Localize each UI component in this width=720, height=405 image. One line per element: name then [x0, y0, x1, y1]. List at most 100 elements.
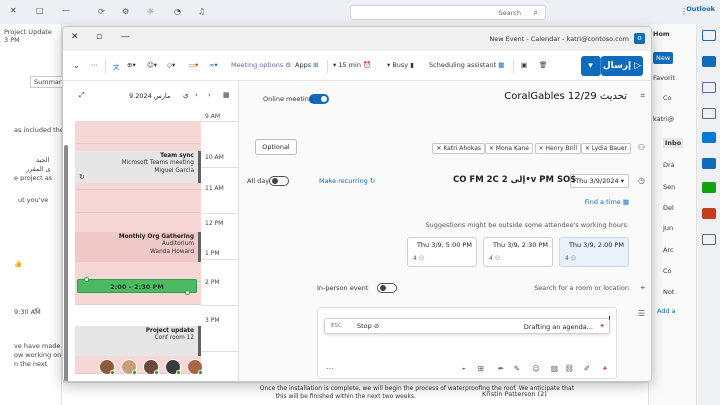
minimize-icon[interactable]: —: [62, 6, 70, 15]
avatar[interactable]: [187, 359, 203, 375]
table-icon[interactable]: ⊞: [478, 364, 484, 373]
resize-handle[interactable]: [185, 290, 190, 295]
make-recurring-link[interactable]: Make recurring ↻: [319, 177, 375, 185]
more-icon[interactable]: ⋯: [91, 61, 98, 69]
date-picker[interactable]: Thu 3/9/2024 ▾: [570, 174, 629, 188]
pen-icon[interactable]: ✒: [498, 364, 504, 373]
share-icon[interactable]: ⟳: [98, 7, 105, 16]
folder-notes[interactable]: Not: [663, 288, 674, 296]
maximize-icon[interactable]: □: [36, 6, 44, 15]
megaphone-icon[interactable]: ◔: [174, 7, 181, 16]
calendar-icon[interactable]: [702, 56, 716, 67]
avatar[interactable]: [99, 359, 115, 375]
scheduling-assistant-button[interactable]: Scheduling assistant ▦: [429, 61, 504, 69]
event-title-input[interactable]: CoralGables 12/29 تحديث: [504, 91, 627, 102]
translate-icon[interactable]: 文: [113, 61, 120, 71]
search-box[interactable]: Search ⌕: [350, 5, 546, 20]
event-body[interactable]: ✦ Drafting an agenda... Stop ⊘ ESC ✦ ✐ ⛓…: [317, 307, 617, 379]
tag-icon[interactable]: ◇▾: [167, 61, 175, 69]
avatar[interactable]: [165, 359, 181, 375]
delete-icon[interactable]: 🗑: [539, 61, 547, 69]
find-time-link[interactable]: Find a time ▦: [585, 198, 629, 206]
lightbulb-icon[interactable]: ☼: [147, 7, 154, 16]
reminder-dropdown[interactable]: ▾ 15 min ⏰: [333, 61, 371, 69]
emoji-icon[interactable]: ☺: [532, 364, 540, 373]
time-slot[interactable]: [75, 190, 201, 213]
send-button[interactable]: إرسال ▷: [601, 56, 643, 76]
signature-icon[interactable]: ✎: [514, 364, 520, 373]
thumbs-up-icon[interactable]: 👍: [14, 260, 22, 268]
folder-drafts[interactable]: Dra: [663, 161, 675, 169]
in-person-toggle[interactable]: [377, 283, 397, 293]
folder-account[interactable]: katri@: [653, 115, 674, 123]
attendee-chip[interactable]: ✕ Katri Ahokas: [432, 143, 485, 154]
selected-time-block[interactable]: 2:00 – 2:30 PM: [77, 277, 197, 295]
attach-icon[interactable]: [702, 108, 716, 119]
stop-button[interactable]: Stop ⊘: [357, 322, 379, 330]
suggestion-card[interactable]: Thu 3/9, 2:00 PM 4 ⚇: [559, 237, 629, 267]
avatar[interactable]: [143, 359, 159, 375]
time-slot[interactable]: [75, 121, 201, 144]
close-icon[interactable]: ✕: [10, 6, 17, 15]
powerpoint-icon[interactable]: [702, 208, 716, 219]
attach-icon[interactable]: ⌁: [461, 364, 466, 373]
apps-button[interactable]: Apps ⊞: [295, 61, 319, 69]
optional-button[interactable]: Optional: [255, 139, 297, 155]
onedrive-icon[interactable]: [702, 158, 716, 169]
image-icon[interactable]: ▨: [551, 364, 558, 373]
meeting-options-button[interactable]: Meeting options ⚙: [231, 61, 291, 69]
avatar[interactable]: [121, 359, 137, 375]
emoji-icon[interactable]: ☺▾: [147, 61, 157, 69]
event-team-sync[interactable]: Team sync Microsoft Teams meeting Miguel…: [75, 151, 201, 183]
chevron-down-icon[interactable]: ⌄: [73, 61, 80, 70]
day-view-label[interactable]: ي: [183, 91, 188, 99]
all-day-toggle[interactable]: [269, 176, 289, 186]
folder-deleted[interactable]: Del: [663, 204, 674, 212]
lock-icon[interactable]: ⊕▾: [127, 61, 136, 69]
categorize-icon[interactable]: ▭▾: [189, 61, 198, 69]
time-range[interactable]: CO FM 2C إلى 2•v PM SO$: [449, 174, 576, 188]
attendee-chip[interactable]: ✕ Lydia Bauer: [580, 143, 631, 154]
scrollbar[interactable]: [64, 145, 68, 381]
mail-icon[interactable]: [702, 30, 716, 41]
folder-sent[interactable]: Sen: [663, 183, 675, 191]
home-tab[interactable]: Hom: [653, 30, 670, 38]
suggestion-card[interactable]: Thu 3/9, 2:30 PM 4 ⚇: [483, 237, 553, 267]
close-icon[interactable]: ✕: [71, 32, 79, 42]
bell-icon[interactable]: ♫: [198, 7, 205, 16]
more-options-icon[interactable]: ⋯: [326, 364, 334, 373]
folder-favorites[interactable]: Favorit: [653, 74, 675, 82]
copilot-icon[interactable]: ✦: [602, 364, 608, 373]
todo-icon[interactable]: [702, 132, 716, 143]
minimize-icon[interactable]: —: [121, 32, 130, 42]
attendee-chip[interactable]: ✕ Henry Brill: [534, 143, 581, 154]
restore-icon[interactable]: ▫: [96, 32, 102, 42]
new-mail-button[interactable]: New: [653, 52, 674, 64]
loop-icon[interactable]: ∞▾: [209, 61, 218, 69]
more-apps-icon[interactable]: [702, 234, 716, 245]
suggestion-card[interactable]: Thu 3/9, 5:00 PM 4 ⚇: [407, 237, 477, 267]
attendee-chip[interactable]: ✕ Mona Kane: [484, 143, 533, 154]
calendar-icon[interactable]: ▦: [223, 91, 230, 99]
time-slot[interactable]: [75, 305, 201, 328]
folder-item[interactable]: Co: [663, 94, 672, 102]
event-project-update[interactable]: Project update Conf room 12: [75, 326, 201, 356]
send-dropdown-icon[interactable]: ▾: [581, 56, 601, 76]
event-monthly-org[interactable]: Monthly Org Gathering Auditorium Wanda H…: [75, 232, 201, 262]
folder-inbox[interactable]: Inbo: [663, 138, 684, 148]
next-day-button[interactable]: ›: [208, 91, 211, 99]
location-input[interactable]: Search for a room or location: [534, 284, 629, 292]
excel-icon[interactable]: [702, 182, 716, 193]
busy-dropdown[interactable]: ▾ Busy ▮: [387, 61, 414, 69]
gear-icon[interactable]: ⚙: [122, 7, 129, 16]
folder-conversation[interactable]: Co: [663, 267, 672, 275]
folder-junk[interactable]: Jun: [663, 224, 673, 232]
add-account-link[interactable]: Add a: [657, 307, 676, 315]
resize-handle[interactable]: [84, 277, 89, 282]
people-icon[interactable]: [702, 82, 716, 93]
expand-icon[interactable]: ⤢: [79, 91, 85, 100]
link-icon[interactable]: ⛓: [564, 364, 574, 373]
prev-day-button[interactable]: ‹: [195, 91, 198, 99]
save-icon[interactable]: ▣: [521, 61, 527, 69]
folder-archive[interactable]: Arc: [663, 246, 674, 254]
